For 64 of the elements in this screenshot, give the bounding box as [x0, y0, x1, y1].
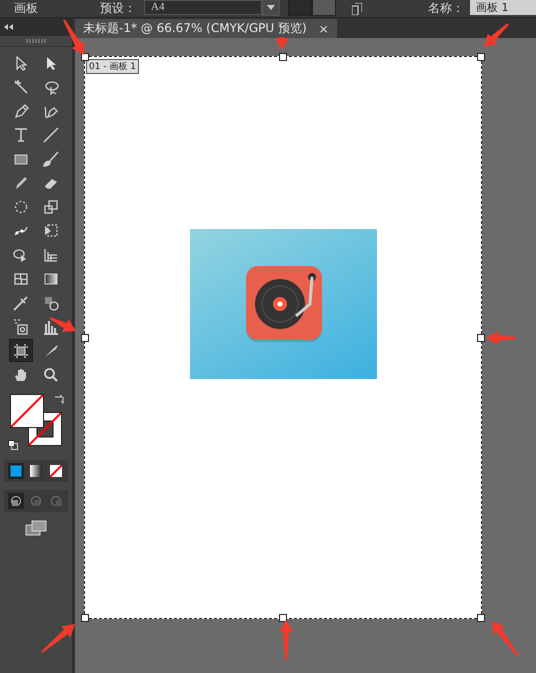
resize-handle[interactable]: [81, 334, 89, 342]
resize-handle[interactable]: [477, 334, 485, 342]
none-icon: [50, 465, 62, 477]
panel-label: 画板: [14, 0, 38, 17]
record-player-icon: [244, 264, 324, 344]
blend-tool-icon: [43, 294, 59, 310]
artboard-label: 01 - 画板 1: [86, 59, 140, 74]
draw-behind-icon: [30, 495, 42, 507]
close-tab-button[interactable]: ×: [318, 22, 329, 36]
pencil-icon: [13, 174, 29, 190]
paintbrush-icon: [43, 150, 59, 166]
color-mode-button[interactable]: [48, 463, 64, 479]
grip-icon[interactable]: [26, 39, 46, 43]
resize-handle[interactable]: [477, 53, 485, 61]
swap-icon[interactable]: [54, 394, 64, 404]
lasso-icon: [43, 78, 59, 94]
draw-normal-icon: [10, 495, 22, 507]
resize-handle[interactable]: [477, 614, 485, 622]
annotation-arrow: [484, 23, 509, 47]
annotation-arrow: [63, 20, 84, 55]
type-tool-icon: [13, 126, 29, 142]
preset-label: 预设：: [100, 0, 136, 17]
annotation-arrow: [50, 317, 76, 332]
resize-handle[interactable]: [279, 614, 287, 622]
resize-handle[interactable]: [81, 614, 89, 622]
pen-icon: [13, 102, 29, 118]
default-colors-icon[interactable]: [8, 440, 18, 450]
zoom-icon: [43, 366, 59, 382]
gradient-icon: [30, 465, 42, 477]
draw-inside-icon: [50, 495, 62, 507]
dropdown-caret-icon[interactable]: [262, 0, 280, 16]
draw-mode-button[interactable]: [8, 493, 24, 509]
fill-swatch[interactable]: [10, 394, 44, 428]
magic-wand-icon: [13, 78, 29, 94]
column-graph-icon: [43, 318, 59, 334]
color-mode-button[interactable]: [8, 463, 24, 479]
annotation-arrow: [279, 620, 293, 660]
tool-button[interactable]: [9, 339, 33, 362]
perspective-grid-icon: [43, 246, 59, 262]
document-tab[interactable]: 未标题-1* @ 66.67% (CMYK/GPU 预览) ×: [75, 19, 337, 38]
symbol-sprayer-icon: [13, 318, 29, 334]
annotation-arrow: [486, 331, 516, 345]
hand-tool-icon: [13, 366, 29, 382]
screen-mode-icon[interactable]: [25, 520, 47, 536]
scale-tool-icon: [43, 198, 59, 214]
resize-handle[interactable]: [81, 53, 89, 61]
color-mode-button[interactable]: [28, 463, 44, 479]
line-tool-icon: [43, 126, 59, 142]
color-icon: [10, 465, 22, 477]
rotate-tool-icon: [13, 198, 29, 214]
artboard-tool-icon: [13, 342, 29, 358]
annotation-arrow: [492, 621, 519, 657]
annotation-arrow: [41, 624, 75, 653]
page-icon[interactable]: [352, 2, 362, 14]
eyedropper-icon: [13, 294, 29, 310]
mesh-tool-icon: [13, 270, 29, 286]
preset-dropdown[interactable]: A4: [144, 0, 262, 14]
name-field[interactable]: 画板 1: [470, 0, 536, 14]
resize-handle[interactable]: [279, 53, 287, 61]
free-transform-icon: [43, 222, 59, 238]
name-label: 名称：: [428, 0, 464, 17]
collapse-icon[interactable]: [4, 24, 13, 30]
gradient-tool-icon: [43, 270, 59, 286]
annotation-arrow: [275, 37, 289, 50]
